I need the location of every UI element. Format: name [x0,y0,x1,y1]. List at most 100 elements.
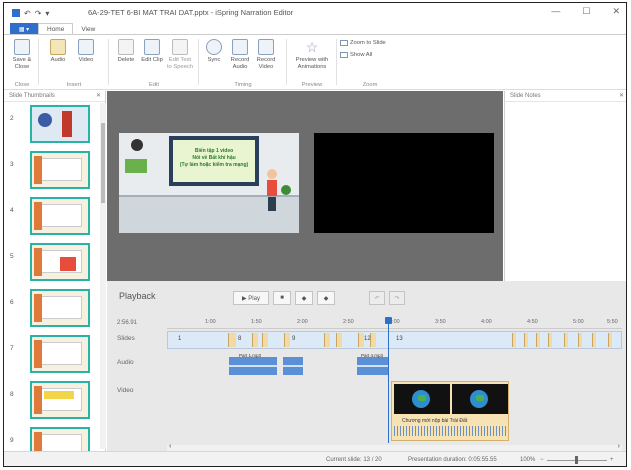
video-clip[interactable]: Chương mới nộp bài Trái Đất [391,381,509,441]
slide-thumbnail[interactable] [30,105,90,143]
trash-icon [118,39,134,55]
preview-animations-button[interactable]: ☆ Preview with Animations [292,39,332,71]
maximize-button[interactable]: ☐ [582,6,590,17]
edit-clip-label: Edit Clip [141,57,163,63]
app-icon [12,9,20,17]
group-label-edit: Edit [149,82,159,88]
customize-icon[interactable]: ▾ [45,9,49,18]
ruler-tick: 1:00 [205,319,216,325]
slide-thumbnail[interactable] [30,427,90,451]
slide-marker-number: 8 [238,336,242,342]
slide-segment[interactable] [262,333,268,347]
slide-segment[interactable] [592,333,596,347]
ribbon-separator [198,39,199,85]
close-notes-icon[interactable]: ✕ [619,91,624,102]
show-all-button[interactable]: Show All [340,52,372,58]
audio-clip[interactable] [283,357,303,375]
undo-quick-icon[interactable]: ↶ [24,9,31,18]
edit-clip-button[interactable]: Edit Clip [140,39,164,64]
slide-thumbnail[interactable] [30,289,90,327]
slide-segment[interactable] [564,333,568,347]
slide-segment[interactable] [324,333,330,347]
zoom-slider-knob[interactable] [575,456,578,464]
slide-segment[interactable] [284,333,290,347]
thumbnail-decoration [44,391,74,399]
thumbnail-item[interactable]: 5 [4,241,100,287]
slide-segment[interactable] [228,333,236,347]
notes-header: Slide Notes ✕ [505,91,626,102]
slide-preview: Biến tập 1 video Nói về Bất khí hậu (Tự … [119,133,299,233]
ribbon-group-edit: Delete Edit Clip Edit Text to Speech Edi… [112,35,196,91]
quick-access-toolbar: ↶ ↷ ▾ [4,9,49,18]
thumbnail-scrollbar[interactable] [100,103,106,449]
thumbnail-content [40,204,82,227]
slide-thumbnail[interactable] [30,381,90,419]
video-button[interactable]: Video [74,39,98,64]
audio-clip[interactable] [357,357,389,375]
delete-button[interactable]: Delete [114,39,138,64]
redo-quick-icon[interactable]: ↷ [35,9,42,18]
audio-label: Audio [50,57,66,63]
slide-segment[interactable] [536,333,540,347]
ribbon-group-insert: Audio Video Insert [42,35,106,91]
zoom-out-button[interactable]: − [540,457,544,463]
thumbnail-decoration [34,294,42,322]
slide-segment[interactable] [336,333,342,347]
slide-thumbnail[interactable] [30,197,90,235]
edit-tts-button[interactable]: Edit Text to Speech [166,39,194,71]
ribbon-separator [108,39,109,85]
audio-button[interactable]: Audio [46,39,70,64]
scroll-right-icon[interactable]: › [618,443,620,450]
close-thumbnails-icon[interactable]: ✕ [96,91,101,102]
slide-segment[interactable] [512,333,516,347]
thumbnail-item[interactable]: 4 [4,195,100,241]
ribbon-group-close: Save & Close Close [8,35,36,91]
thumbnail-item[interactable]: 3 [4,149,100,195]
slide-segment[interactable] [524,333,528,347]
close-button[interactable]: ✕ [612,6,620,17]
scrollbar-thumb[interactable] [101,123,105,203]
ribbon-group-timing: Sync Record Audio Record Video Timing [202,35,284,91]
zoom-to-slide-button[interactable]: Zoom to Slide [340,40,386,46]
timeline-playhead[interactable] [385,317,392,443]
slide-segment[interactable] [578,333,582,347]
undo-button[interactable]: ↶ [369,291,385,305]
slide-segment[interactable] [252,333,258,347]
record-video-button[interactable]: Record Video [254,39,278,71]
scroll-left-icon[interactable]: ‹ [169,443,171,450]
delete-label: Delete [117,57,135,63]
thumbnail-item[interactable]: 7 [4,333,100,379]
slide-thumbnail[interactable] [30,335,90,373]
sync-button[interactable]: Sync [202,39,226,64]
redo-button[interactable]: ↷ [389,291,405,305]
thumbnail-item[interactable]: 8 [4,379,100,425]
next-marker-button[interactable]: ◆ [317,291,335,305]
ruler-tick: 3:50 [435,319,446,325]
ribbon-separator [336,39,337,85]
stop-button[interactable]: ■ [273,291,291,305]
slide-thumbnail[interactable] [30,151,90,189]
zoom-in-button[interactable]: + [610,457,614,463]
audio-clip[interactable] [229,357,277,375]
slide-notes-pane[interactable]: Slide Notes ✕ [504,91,626,281]
zoom-level: 100% [520,457,536,463]
slide-segment[interactable] [608,333,612,347]
video-preview [314,133,494,233]
thumbnail-item[interactable]: 6 [4,287,100,333]
playback-panel: Playback ▶ Play ■ ◆ ◆ ↶ ↷ 2:56.91 1:00 1… [107,281,626,451]
record-audio-label: Record Audio [230,57,250,70]
timeline-ruler[interactable]: 1:00 1:50 2:00 2:50 3:00 3:50 4:00 4:50 … [167,317,622,329]
camera-icon [258,39,274,55]
slide-stage: Biến tập 1 video Nói về Bất khí hậu (Tự … [107,91,503,281]
thumbnail-item[interactable]: 2 [4,103,100,149]
slide-thumbnail[interactable] [30,243,90,281]
record-audio-button[interactable]: Record Audio [228,39,252,71]
slide-segment[interactable] [548,333,552,347]
play-button[interactable]: ▶ Play [233,291,269,305]
prev-marker-button[interactable]: ◆ [295,291,313,305]
minimize-button[interactable]: — [551,6,560,17]
save-close-button[interactable]: Save & Close [10,39,34,71]
zoom-slider[interactable] [547,456,607,464]
thumbnail-item[interactable]: 9 [4,425,100,451]
slides-track[interactable]: 1 8 9 12 13 [167,331,622,349]
